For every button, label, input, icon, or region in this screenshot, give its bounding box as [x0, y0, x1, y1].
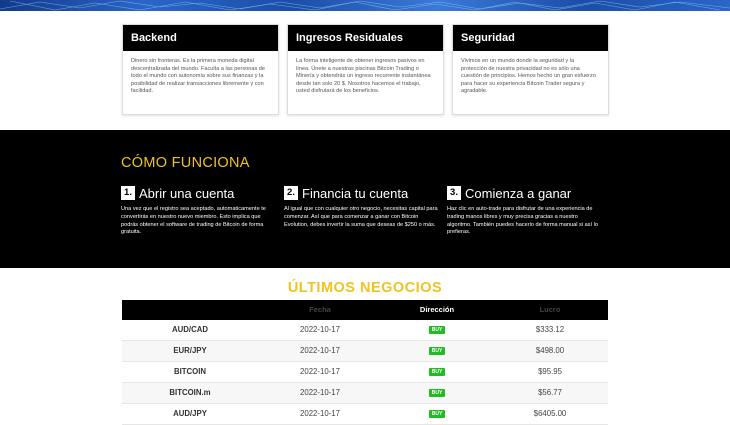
- feature-card-security: Seguridad Vivimos en un mundo donde la s…: [452, 24, 609, 115]
- step-text: Al igual que con cualquier otro negocio,…: [284, 206, 438, 228]
- buy-badge: BUY: [428, 409, 446, 418]
- step-title: Financia tu cuenta: [302, 185, 409, 201]
- asset-cell: BITCOIN: [173, 367, 207, 376]
- header-asset: [122, 300, 258, 320]
- step-number: 2.: [284, 186, 298, 200]
- table-header: Fecha Dirección Lucro: [122, 300, 608, 320]
- table-row: BITCOIN 2022-10-17 BUY $95.95: [122, 362, 608, 383]
- step-number: 1.: [121, 186, 135, 200]
- card-title: Ingresos Residuales: [288, 25, 443, 51]
- card-title: Backend: [123, 25, 278, 51]
- step-title: Comienza a ganar: [465, 185, 572, 201]
- header-date: Fecha: [309, 305, 331, 314]
- buy-badge: BUY: [428, 325, 446, 334]
- date-cell: 2022-10-17: [300, 409, 340, 418]
- features-section: Backend Dinero sin fronteras. Es la prim…: [122, 24, 609, 115]
- profit-cell: $95.95: [538, 367, 562, 376]
- step-open-account: 1. Abrir una cuenta Una vez que el regis…: [121, 185, 276, 237]
- feature-card-backend: Backend Dinero sin fronteras. Es la prim…: [122, 24, 279, 115]
- step-number: 3.: [447, 186, 461, 200]
- step-text: Una vez que el registro sea aceptado, au…: [121, 206, 266, 236]
- step-text: Haz clic en auto-trade para disfrutar de…: [447, 206, 599, 236]
- asset-cell: BITCOIN.m: [169, 388, 211, 397]
- header-profit: Lucro: [539, 305, 561, 314]
- date-cell: 2022-10-17: [300, 388, 340, 397]
- table-row: BITCOIN.m 2022-10-17 BUY $56.77: [122, 383, 608, 404]
- profit-cell: $56.77: [538, 388, 562, 397]
- buy-badge: BUY: [428, 388, 446, 397]
- latest-deals-title: ÚLTIMOS NEGOCIOS: [287, 280, 443, 296]
- feature-card-residual-income: Ingresos Residuales La forma inteligente…: [287, 24, 444, 115]
- step-title: Abrir una cuenta: [139, 185, 235, 201]
- profit-cell: $498.00: [535, 346, 565, 355]
- step-fund-account: 2. Financia tu cuenta Al igual que con c…: [284, 185, 439, 229]
- asset-cell: AUD/JPY: [173, 409, 207, 418]
- profit-cell: $333.12: [535, 325, 565, 334]
- table-row: EUR/JPY 2022-10-17 BUY $498.00: [122, 341, 608, 362]
- card-text: Vivimos en un mundo donde la seguridad y…: [461, 58, 596, 95]
- step-start-earning: 3. Comienza a ganar Haz clic en auto-tra…: [447, 185, 602, 237]
- profit-cell: $6405.00: [533, 409, 567, 418]
- hero-banner-strip: [0, 0, 730, 11]
- header-direction: Dirección: [419, 305, 455, 314]
- date-cell: 2022-10-17: [300, 346, 340, 355]
- asset-cell: AUD/CAD: [172, 325, 208, 334]
- card-text: La forma inteligente de obtener ingresos…: [296, 58, 431, 95]
- buy-badge: BUY: [428, 346, 446, 355]
- date-cell: 2022-10-17: [300, 325, 340, 334]
- date-cell: 2022-10-17: [300, 367, 340, 376]
- card-title: Seguridad: [453, 25, 608, 51]
- network-pattern-graphic: [0, 0, 730, 11]
- latest-deals-table: Fecha Dirección Lucro AUD/CAD 2022-10-17…: [122, 300, 608, 425]
- table-row: AUD/CAD 2022-10-17 BUY $333.12: [122, 320, 608, 341]
- how-it-works-section: CÓMO FUNCIONA 1. Abrir una cuenta Una ve…: [0, 130, 730, 268]
- section-title: CÓMO FUNCIONA: [121, 155, 250, 171]
- buy-badge: BUY: [428, 367, 446, 376]
- card-text: Dinero sin fronteras. Es la primera mone…: [131, 58, 266, 95]
- asset-cell: EUR/JPY: [173, 346, 207, 355]
